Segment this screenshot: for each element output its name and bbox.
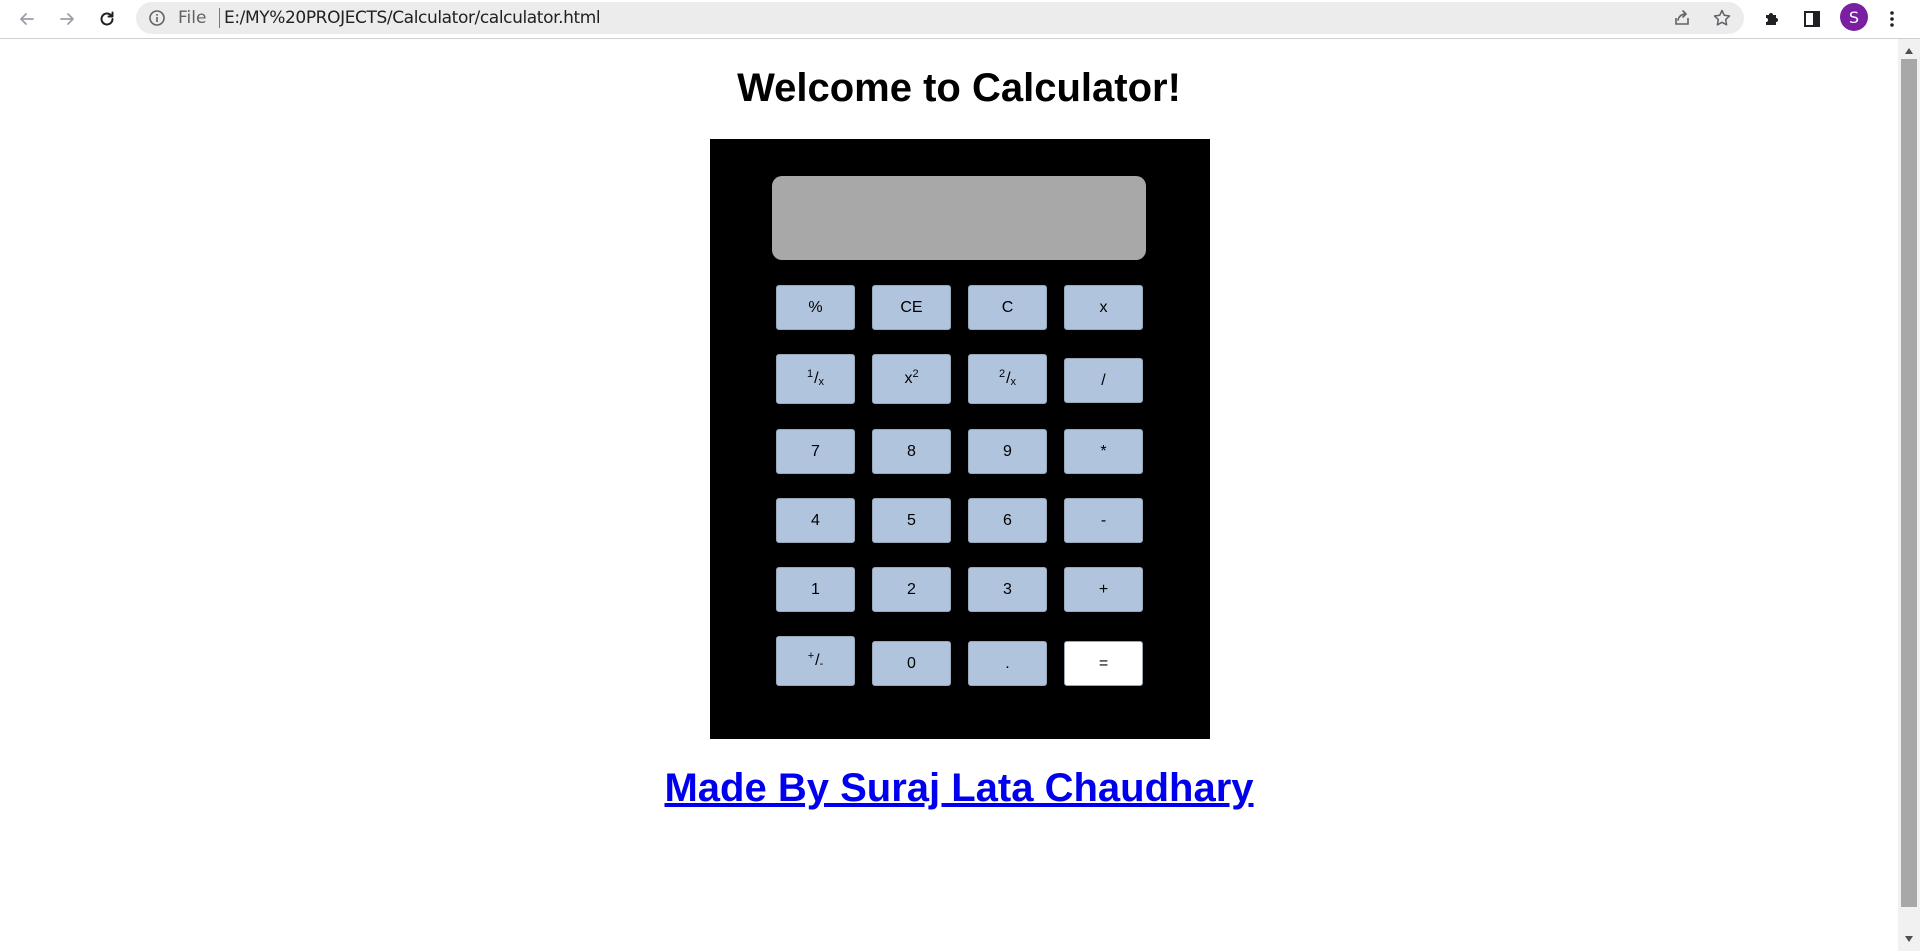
arrow-right-icon (60, 13, 74, 25)
calculator: % CE C x 1/x x2 2/x / 7 8 9 * 4 5 6 - 1 … (710, 139, 1210, 739)
menu-button[interactable] (1878, 5, 1906, 33)
three-key[interactable]: 3 (968, 567, 1047, 612)
triangle-up-icon (1905, 48, 1913, 54)
square-base: x (904, 370, 913, 387)
multiply-x-key[interactable]: x (1064, 285, 1143, 330)
one-key[interactable]: 1 (776, 567, 855, 612)
seven-key[interactable]: 7 (776, 429, 855, 474)
minus-key[interactable]: - (1064, 498, 1143, 543)
multiply-key[interactable]: * (1064, 429, 1143, 474)
clear-key[interactable]: C (968, 285, 1047, 330)
zero-key[interactable]: 0 (872, 641, 951, 686)
equals-key[interactable]: = (1064, 641, 1143, 686)
nine-key[interactable]: 9 (968, 429, 1047, 474)
share-icon (1675, 10, 1689, 25)
four-key[interactable]: 4 (776, 498, 855, 543)
credit: Made By Suraj Lata Chaudhary (0, 760, 1918, 816)
five-key[interactable]: 5 (872, 498, 951, 543)
reciprocal-key[interactable]: 1/x (776, 354, 855, 404)
scroll-thumb[interactable] (1901, 59, 1917, 907)
side-panel-button[interactable] (1798, 5, 1826, 33)
reciprocal-numerator: 1 (806, 368, 814, 380)
star-icon (1713, 9, 1731, 26)
square-exponent: 2 (912, 368, 919, 380)
address-url[interactable]: E:/MY%20PROJECTS/Calculator/calculator.h… (224, 9, 601, 27)
puzzle-icon (1766, 13, 1778, 25)
decimal-key[interactable]: . (968, 641, 1047, 686)
two-over-numerator: 2 (998, 368, 1006, 380)
divide-key[interactable]: / (1064, 358, 1143, 403)
address-scheme: File (178, 8, 207, 28)
two-over-denominator: x (1010, 376, 1017, 388)
extensions-button[interactable] (1758, 5, 1786, 33)
credit-link[interactable]: Made By Suraj Lata Chaudhary (664, 766, 1253, 810)
scroll-down-button[interactable] (1898, 930, 1920, 948)
arrow-left-icon (20, 13, 34, 25)
percent-key[interactable]: % (776, 285, 855, 330)
eight-key[interactable]: 8 (872, 429, 951, 474)
info-icon[interactable] (148, 9, 166, 27)
scroll-up-button[interactable] (1898, 42, 1920, 60)
sign-plus: + (807, 650, 815, 662)
forward-button[interactable] (52, 4, 82, 34)
sign-minus: - (819, 658, 824, 670)
clear-entry-key[interactable]: CE (872, 285, 951, 330)
reload-icon (100, 11, 114, 26)
share-button[interactable] (1670, 6, 1694, 30)
bookmark-button[interactable] (1710, 6, 1734, 30)
reload-button[interactable] (92, 4, 122, 34)
address-divider (219, 8, 220, 28)
square-key[interactable]: x2 (872, 354, 951, 404)
reciprocal-denominator: x (818, 376, 825, 388)
two-key[interactable]: 2 (872, 567, 951, 612)
kebab-menu-icon (1890, 11, 1894, 27)
profile-avatar[interactable]: S (1840, 3, 1868, 31)
side-panel-icon (1804, 11, 1820, 27)
two-over-x-key[interactable]: 2/x (968, 354, 1047, 404)
calculator-display (772, 176, 1146, 260)
vertical-scrollbar[interactable] (1898, 39, 1920, 951)
six-key[interactable]: 6 (968, 498, 1047, 543)
triangle-down-icon (1905, 936, 1913, 942)
browser-toolbar: File E:/MY%20PROJECTS/Calculator/calcula… (0, 0, 1920, 39)
plus-key[interactable]: + (1064, 567, 1143, 612)
page-title: Welcome to Calculator! (737, 66, 1181, 110)
address-bar[interactable]: File E:/MY%20PROJECTS/Calculator/calcula… (136, 2, 1744, 34)
plus-minus-key[interactable]: + / - (776, 636, 855, 686)
back-button[interactable] (12, 4, 42, 34)
